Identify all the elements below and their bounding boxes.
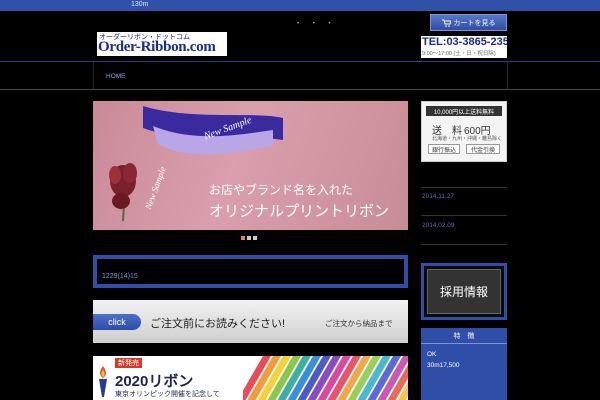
view-cart-button[interactable]: カートを見る <box>430 14 507 31</box>
slider-dot[interactable] <box>253 236 257 240</box>
tel-number: TEL:03-3865-2355 <box>422 36 507 48</box>
tel-box: TEL:03-3865-2355 9:00〜17:00 (土・日・祝日除) <box>421 36 507 58</box>
banner-main-text: ご注文前にお読みください! <box>150 318 286 330</box>
shipping-note: 北海道・九州・沖縄・離島除く <box>432 136 503 142</box>
news-date[interactable]: 2014.11.27 <box>422 193 454 200</box>
cart-label: カートを見る <box>453 19 496 27</box>
feature-row: OK <box>427 351 437 358</box>
sidebar-divider <box>421 244 507 245</box>
news-text[interactable]: 1229(14)15 <box>102 273 138 280</box>
read-before-order-banner[interactable]: click ご注文前にお読みください! ご注文から納品まで <box>93 300 408 343</box>
nav-divider <box>93 62 94 89</box>
cash-on-delivery-label: 代金引換 <box>466 144 500 154</box>
logo-title: Order-Ribbon.com <box>98 39 216 55</box>
business-hours: 9:00〜17:00 (土・日・祝日除) <box>422 51 496 57</box>
banner-title: 2020リボン <box>115 373 194 390</box>
news-inner: 1229(14)15 <box>97 259 404 284</box>
banner-sub-text: ご注文から納品まで <box>325 319 393 328</box>
slider-dot[interactable] <box>241 236 245 240</box>
news-date[interactable]: 2014.02.09 <box>422 222 455 229</box>
recruit-banner[interactable]: 採用情報 <box>421 263 507 320</box>
hero-slider[interactable]: New Sample New Sample お店やブランド名を入れた オリジナル… <box>93 101 408 230</box>
ribbon-text-2: New Sample <box>143 165 168 211</box>
shipping-info-box: 10,000円以上送料無料 送 料 600円 北海道・九州・沖縄・離島除く 銀行… <box>421 101 507 162</box>
features-box: 特 徴 OK 30m17,500 <box>421 328 507 400</box>
recruit-label: 採用情報 <box>439 285 488 299</box>
top-bar-text: 130m <box>131 1 149 8</box>
global-nav <box>0 62 600 89</box>
color-stripes-graphic <box>243 356 408 400</box>
banner-subtitle: 東京オリンピック開催を記念して <box>115 391 220 398</box>
features-divider <box>421 343 507 344</box>
ribbon-2020-banner[interactable]: 新発売 2020リボン 東京オリンピック開催を記念して <box>93 356 408 400</box>
slider-dot[interactable] <box>247 236 251 240</box>
top-bar: 130m <box>0 0 600 11</box>
feature-row: 30m17,500 <box>427 362 460 369</box>
nav-divider <box>507 62 508 89</box>
hero-caption-line2: オリジナルプリントリボン <box>209 203 390 220</box>
bank-transfer-label: 銀行振込 <box>428 144 460 154</box>
slider-pager <box>241 236 257 240</box>
nav-home-link[interactable]: HOME <box>106 73 126 80</box>
news-box: 1229(14)15 <box>93 255 408 288</box>
torch-icon <box>99 366 107 397</box>
new-badge: 新発売 <box>115 358 142 368</box>
cart-icon <box>441 19 451 27</box>
sidebar-divider <box>421 187 507 188</box>
hero-caption-line1: お店やブランド名を入れた <box>209 183 354 197</box>
header-dots: • • • <box>297 21 337 27</box>
features-header: 特 徴 <box>453 333 475 340</box>
site-logo[interactable]: オーダーリボン・ドットコム Order-Ribbon.com <box>97 32 227 56</box>
recruit-label-box: 採用情報 <box>427 269 501 314</box>
free-shipping-header: 10,000円以上送料無料 <box>426 106 502 116</box>
sidebar-divider <box>421 215 507 216</box>
nav-bottom-border <box>0 89 600 90</box>
click-tag: click <box>93 314 141 330</box>
